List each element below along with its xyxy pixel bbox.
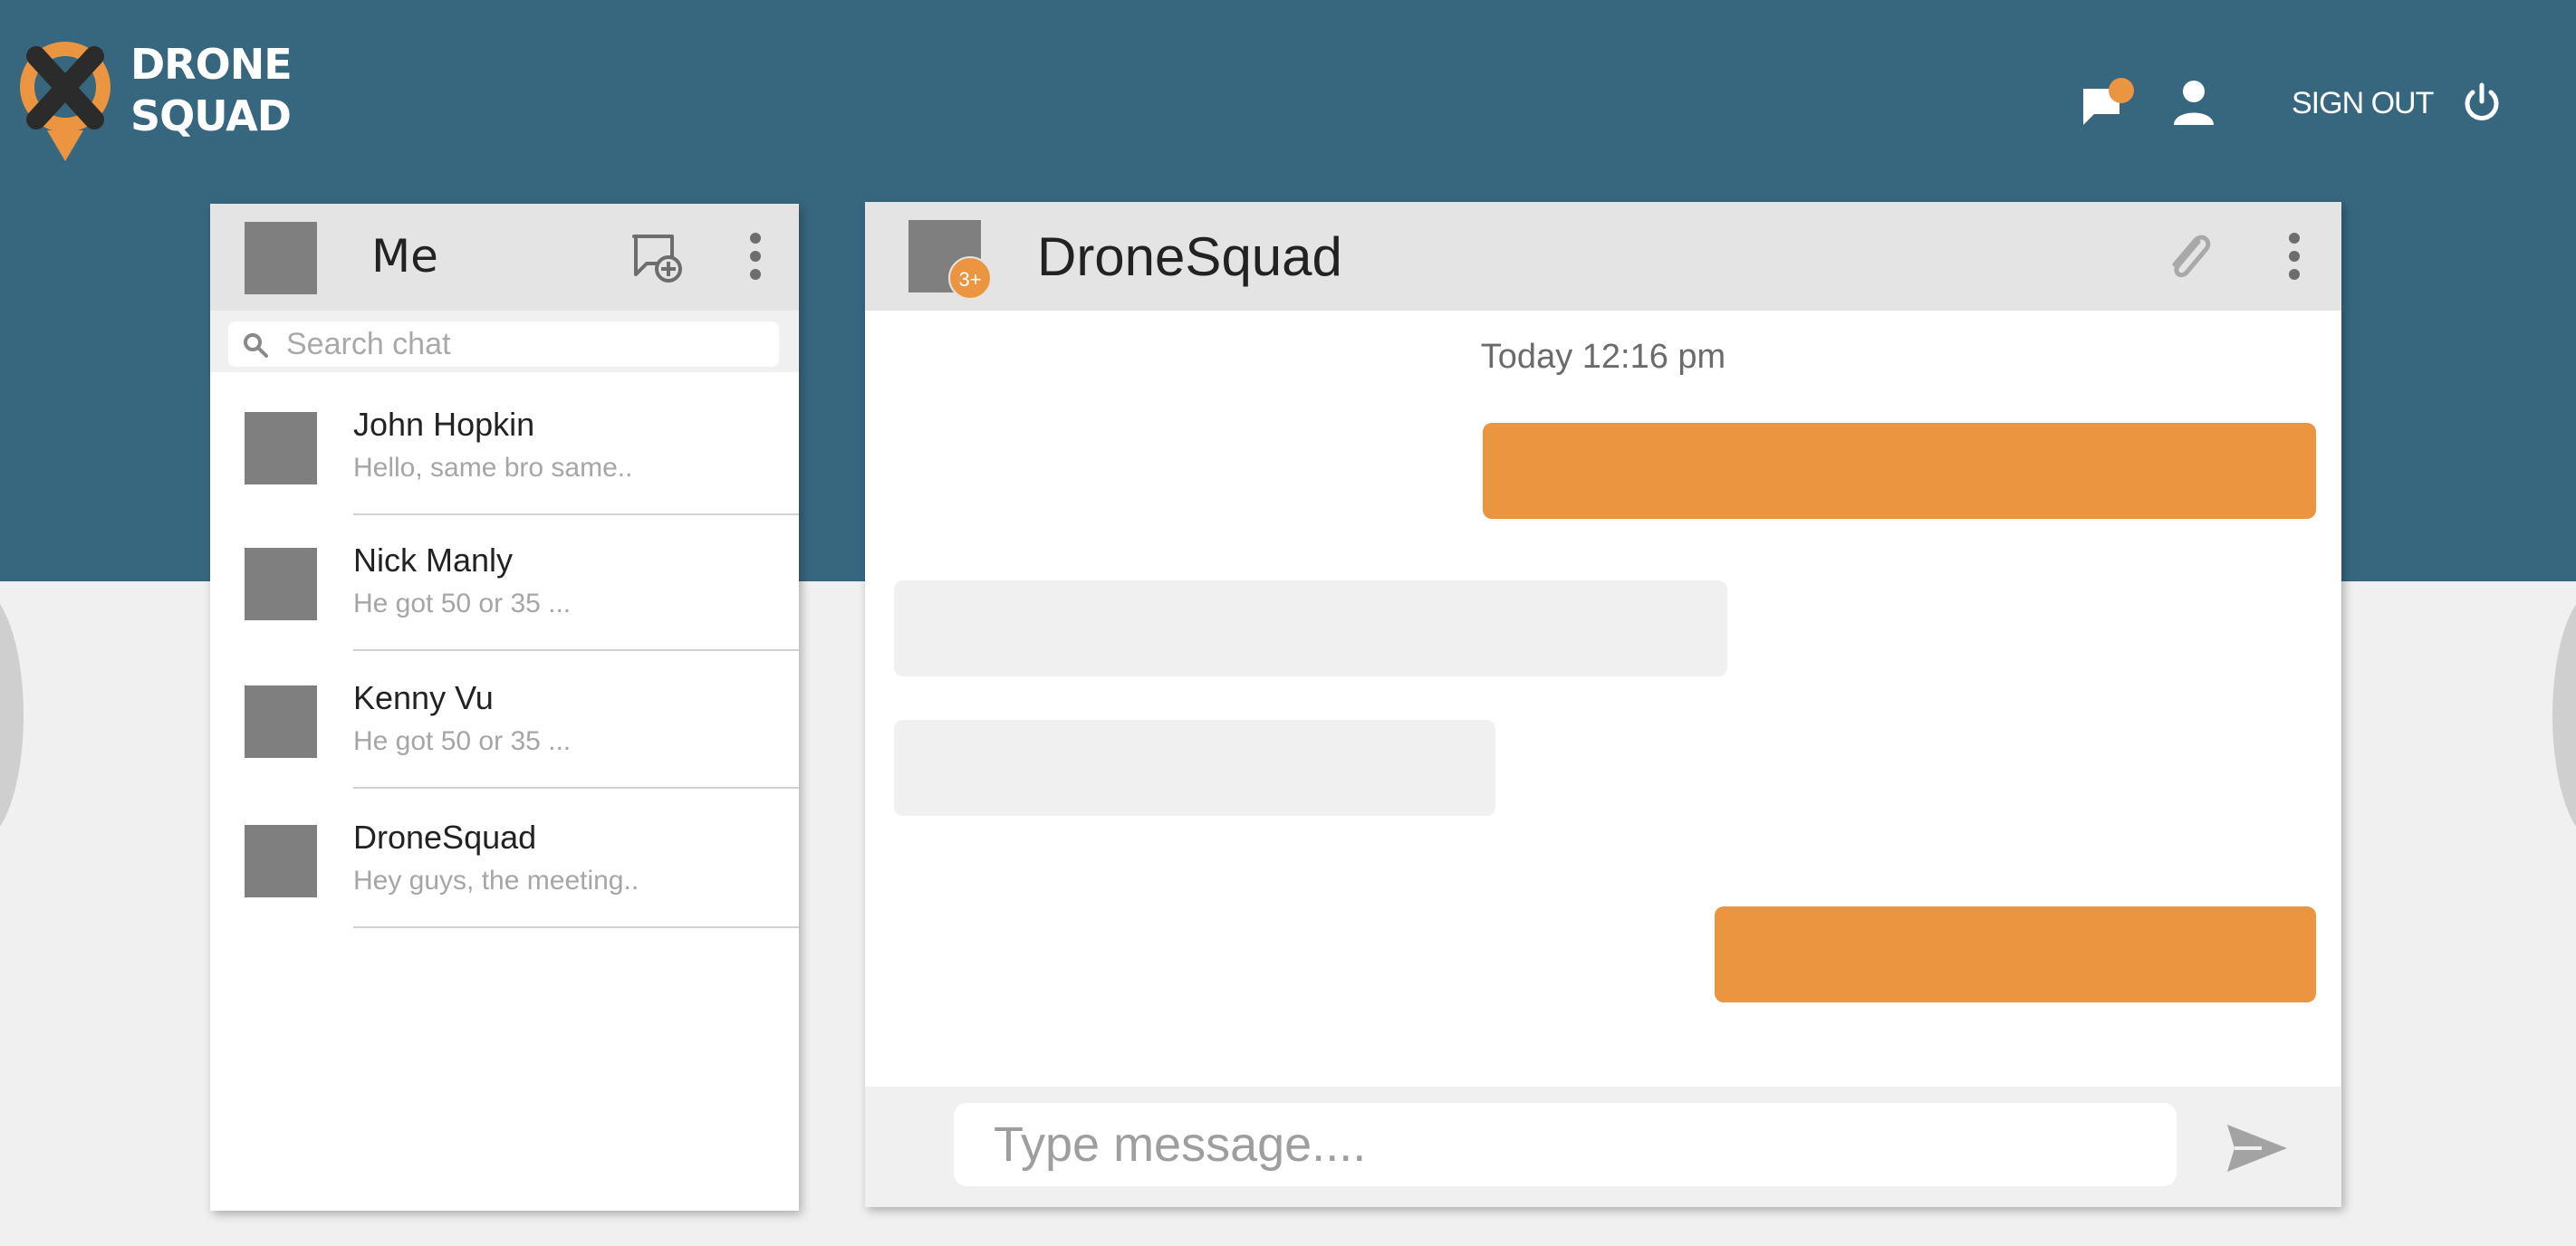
notification-dot — [2109, 78, 2134, 103]
conversation-panel: 3+ DroneSquad Today 12:16 pm — [865, 202, 2341, 1207]
contact-name: Kenny Vu — [353, 679, 494, 716]
divider — [353, 649, 799, 651]
message-input[interactable] — [994, 1103, 2162, 1186]
last-message-preview: He got 50 or 35 ... — [353, 589, 572, 618]
contact-avatar — [245, 548, 317, 620]
conversation-header: 3+ DroneSquad — [865, 202, 2341, 311]
message-composer — [865, 1087, 2341, 1207]
my-avatar[interactable] — [245, 222, 317, 294]
brand-logo[interactable]: DRONE SQUAD — [16, 36, 306, 172]
power-icon[interactable] — [2462, 81, 2502, 123]
brand-wordmark: DRONE SQUAD — [130, 39, 293, 142]
user-icon[interactable] — [2172, 80, 2216, 127]
search-icon — [244, 333, 268, 358]
drone-logo-icon — [20, 42, 111, 161]
sign-out-button[interactable]: SIGN OUT — [2292, 83, 2434, 123]
chat-list-header: Me — [210, 204, 799, 311]
chat-list-panel: Me John Hopkin Hello, same bro same.. — [210, 204, 799, 1211]
search-input[interactable] — [286, 321, 766, 367]
left-edge-decoration — [0, 589, 24, 842]
incoming-message-bubble[interactable] — [894, 720, 1495, 816]
contact-avatar — [245, 825, 317, 897]
search-box — [228, 321, 779, 367]
search-bar — [210, 311, 799, 372]
divider — [353, 787, 799, 789]
brand-line-2: SQUAD — [130, 91, 292, 140]
last-message-preview: He got 50 or 35 ... — [353, 726, 572, 756]
chat-list-item[interactable]: DroneSquad Hey guys, the meeting.. — [210, 792, 799, 928]
paperclip-icon[interactable] — [2162, 225, 2216, 289]
contact-avatar — [245, 685, 317, 758]
last-message-preview: Hey guys, the meeting.. — [353, 866, 639, 896]
chat-list-item[interactable]: Kenny Vu He got 50 or 35 ... — [210, 653, 799, 789]
chat-list-item[interactable]: John Hopkin Hello, same bro same.. — [210, 379, 799, 515]
contact-name: Nick Manly — [353, 542, 514, 579]
brand-line-1: DRONE — [130, 40, 293, 89]
last-message-preview: Hello, same bro same.. — [353, 453, 633, 483]
chat-list-item[interactable]: Nick Manly He got 50 or 35 ... — [210, 515, 799, 651]
current-user-label: Me — [371, 230, 438, 283]
contact-avatar — [245, 412, 317, 484]
more-vertical-icon[interactable] — [2287, 231, 2302, 282]
divider — [353, 926, 799, 928]
right-edge-decoration — [2552, 589, 2576, 842]
send-icon[interactable] — [2224, 1121, 2291, 1175]
more-vertical-icon[interactable] — [748, 231, 763, 282]
conversation-title: DroneSquad — [1037, 226, 1342, 287]
message-timestamp: Today 12:16 pm — [1480, 338, 1726, 376]
outgoing-message-bubble[interactable] — [1715, 906, 2316, 1002]
new-chat-icon[interactable] — [630, 231, 683, 283]
member-count-badge: 3+ — [948, 256, 992, 300]
contact-name: DroneSquad — [353, 819, 537, 856]
incoming-message-bubble[interactable] — [894, 580, 1727, 676]
contact-name: John Hopkin — [353, 406, 535, 443]
outgoing-message-bubble[interactable] — [1483, 423, 2316, 519]
message-box — [954, 1103, 2177, 1186]
